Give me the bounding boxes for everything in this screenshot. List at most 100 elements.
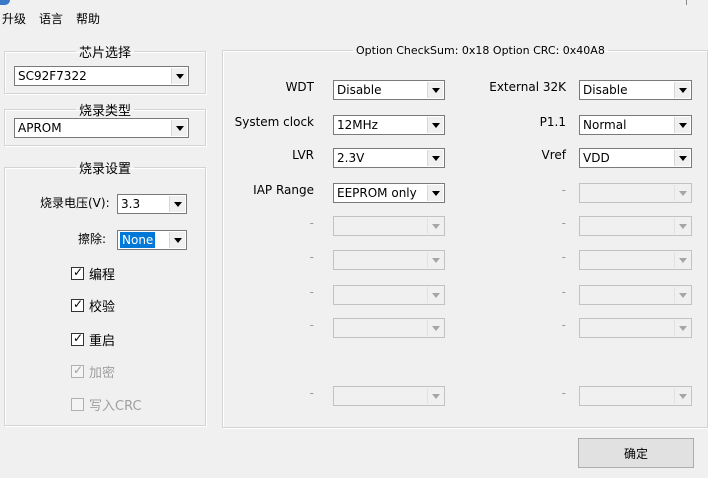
erase-combo[interactable]: None [117,230,187,250]
right-option-label-1: P1.1 [539,115,566,129]
chip-select-value: SC92F7322 [18,69,87,83]
chevron-down-icon[interactable] [427,117,443,133]
left-option-label-2: LVR [292,148,314,162]
checkbox-box[interactable] [71,265,84,280]
menu-upgrade[interactable]: 升级 [2,10,26,27]
left-option-combo-1[interactable]: 12MHz [333,115,445,135]
right-option-combo-4 [579,216,692,236]
verify-label: 校验 [89,300,116,315]
menu-language[interactable]: 语言 [39,10,63,27]
right-option-label-4: - [561,216,566,230]
right-option-value-0: Disable [583,83,628,97]
chevron-down-icon [674,320,690,336]
chevron-down-icon [674,218,690,234]
left-option-label-3: IAP Range [253,183,314,197]
right-option-label-3: - [561,183,566,197]
left-option-label-7: - [309,318,314,332]
verify-checkbox[interactable]: 校验 [71,296,115,315]
reset-label: 重启 [89,334,116,349]
program-label: 编程 [89,268,116,283]
left-option-combo-8 [333,386,445,406]
encrypt-checkbox: 加密 [71,362,115,381]
right-option-label-2: Vref [541,148,567,162]
voltage-value: 3.3 [121,197,141,211]
chevron-down-icon [427,320,443,336]
right-option-combo-6 [579,285,692,305]
right-option-label-8: - [561,386,566,400]
left-option-value-2: 2.3V [337,151,365,165]
option-group: Option CheckSum: 0x18 Option CRC: 0x40A8 [222,44,708,428]
option-checksum-legend: Option CheckSum: 0x18 Option CRC: 0x40A8 [356,44,605,57]
right-option-combo-8 [579,386,692,406]
left-option-combo-4 [333,216,445,236]
encrypt-label: 加密 [89,366,116,381]
right-option-combo-0[interactable]: Disable [579,80,692,100]
chevron-down-icon[interactable] [674,82,690,98]
chevron-down-icon[interactable] [674,117,690,133]
left-option-combo-3[interactable]: EEPROM only [333,183,445,203]
right-option-label-5: - [561,250,566,264]
left-option-label-5: - [309,250,314,264]
left-option-combo-7 [333,318,445,338]
left-option-value-3: EEPROM only [337,186,417,200]
right-option-combo-2[interactable]: VDD [579,148,692,168]
burn-type-value: APROM [18,121,62,135]
right-option-combo-1[interactable]: Normal [579,115,692,135]
chevron-down-icon[interactable] [427,82,443,98]
chevron-down-icon[interactable] [427,150,443,166]
checkbox-box[interactable] [71,331,84,346]
erase-label: 擦除: [78,232,107,246]
ok-button[interactable]: 确定 [578,438,694,468]
checkbox-box [71,363,84,378]
checkbox-box[interactable] [71,297,84,312]
right-option-label-6: - [561,285,566,299]
chip-select-combo[interactable]: SC92F7322 [14,66,189,86]
right-option-value-2: VDD [583,151,610,165]
right-option-combo-3 [579,183,692,203]
chevron-down-icon [427,287,443,303]
erase-value: None [120,232,156,248]
menu-help[interactable]: 帮助 [76,10,100,27]
left-option-combo-2[interactable]: 2.3V [333,148,445,168]
chevron-down-icon [674,388,690,404]
chevron-down-icon[interactable] [169,196,185,212]
chevron-down-icon [427,218,443,234]
right-option-value-1: Normal [583,118,627,132]
burn-settings-legend: 烧录设置 [78,162,131,177]
right-option-label-0: External 32K [489,80,566,94]
chevron-down-icon [674,252,690,268]
right-option-combo-7 [579,318,692,338]
burn-type-combo[interactable]: APROM [14,118,189,138]
left-option-combo-6 [333,285,445,305]
checkbox-box [71,398,84,411]
chevron-down-icon [427,388,443,404]
left-option-combo-5 [333,250,445,270]
reset-checkbox[interactable]: 重启 [71,330,115,349]
program-checkbox[interactable]: 编程 [71,264,115,283]
chevron-down-icon[interactable] [171,120,187,136]
burn-type-legend: 烧录类型 [78,104,131,119]
left-option-label-0: WDT [285,80,314,94]
left-option-label-6: - [309,285,314,299]
left-option-value-1: 12MHz [337,118,378,132]
left-option-combo-0[interactable]: Disable [333,80,445,100]
chevron-down-icon [427,252,443,268]
menu-bar: 升级 语言 帮助 [0,0,708,28]
left-option-value-0: Disable [337,83,382,97]
write-crc-checkbox: 写入CRC [71,395,142,414]
chevron-down-icon[interactable] [169,232,185,248]
left-option-label-1: System clock [234,115,314,129]
left-option-label-8: - [309,386,314,400]
right-option-combo-5 [579,250,692,270]
voltage-label: 烧录电压(V): [40,196,110,210]
chevron-down-icon[interactable] [674,150,690,166]
voltage-combo[interactable]: 3.3 [117,194,187,214]
chevron-down-icon[interactable] [171,68,187,84]
right-option-label-7: - [561,318,566,332]
chip-select-legend: 芯片选择 [78,46,131,61]
chevron-down-icon [674,287,690,303]
chevron-down-icon[interactable] [427,185,443,201]
left-option-label-4: - [309,216,314,230]
chevron-down-icon [674,185,690,201]
write-crc-label: 写入CRC [89,399,142,414]
